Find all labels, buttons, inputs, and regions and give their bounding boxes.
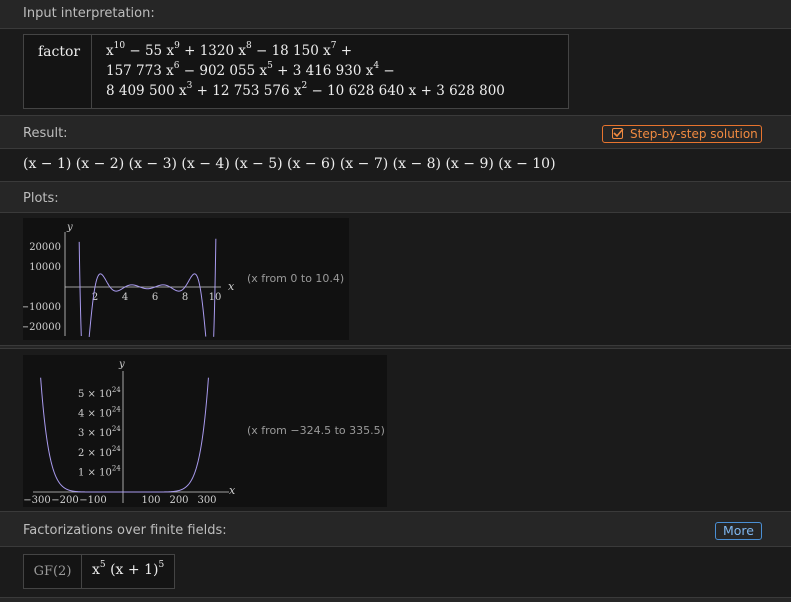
polynomial-term: − 18 150 x	[251, 43, 331, 59]
x-tick-label: −300	[23, 495, 50, 506]
result-expression: (x − 1) (x − 2) (x − 3) (x − 4) (x − 5) …	[23, 156, 556, 172]
polynomial-term: + 1320 x	[179, 43, 246, 59]
y-tick-label: 20000	[29, 242, 61, 253]
x-tick-label: 300	[197, 495, 216, 506]
y-tick-labels: 20000 10000 −10000 −20000	[21, 242, 61, 333]
polynomial-term: − 10 628 640 x + 3 628 800	[307, 83, 505, 99]
exponent: 10	[113, 41, 126, 51]
polynomial-term: + 12 753 576 x	[192, 83, 302, 99]
x-tick-label: 4	[122, 292, 128, 303]
x-tick-label: −100	[79, 495, 106, 506]
plot-1-curve	[78, 238, 217, 337]
x-tick-label: 200	[169, 495, 188, 506]
y-tick-exponent: 24	[112, 464, 121, 472]
finite-field-row: GF(2) x5 (x + 1)5	[23, 554, 175, 589]
polynomial-term: − 902 055 x	[179, 63, 268, 79]
polynomial-term: −	[379, 63, 395, 79]
exponent: 5	[158, 560, 165, 570]
x-tick-labels: −300 −200 −100 100 200 300	[23, 495, 216, 506]
polynomial-term: 8 409 500 x	[106, 83, 187, 99]
y-tick-label: −20000	[23, 322, 61, 333]
x-tick-label: 6	[152, 292, 158, 303]
y-tick-label: 2 × 1024	[78, 445, 121, 459]
x-tick-label: 8	[182, 292, 188, 303]
y-tick-label: 1 × 1024	[78, 464, 121, 478]
polynomial-line: 157 773 x6 − 902 055 x5 + 3 416 930 x4 −	[106, 61, 505, 81]
plot-2-range: (x from −324.5 to 335.5)	[247, 424, 385, 437]
y-tick-exponent: 24	[112, 445, 121, 453]
plot-2-curve	[40, 377, 209, 493]
field-label: GF(2)	[24, 555, 82, 588]
polynomial-line: 8 409 500 x3 + 12 753 576 x2 − 10 628 64…	[106, 81, 505, 101]
polynomial-term: + 3 416 930 x	[272, 63, 374, 79]
y-tick-label: 10000	[29, 262, 61, 273]
y-axis-label: y	[118, 359, 125, 370]
polynomial-term: +	[336, 43, 353, 59]
x-tick-label: −200	[51, 495, 78, 506]
y-tick-labels: 5 × 1024 4 × 1024 3 × 1024 2 × 1024 1 × 1024	[78, 386, 121, 478]
y-tick-exponent: 24	[112, 406, 121, 414]
y-tick-label: −10000	[23, 302, 61, 313]
polynomial-expression: x10 − 55 x9 + 1320 x8 − 18 150 x7 +157 7…	[106, 41, 505, 101]
x-axis-label: x	[229, 484, 236, 497]
step-by-step-label: Step-by-step solution	[630, 127, 758, 141]
y-axis-label: y	[66, 222, 73, 233]
polynomial-term: − 55 x	[125, 43, 175, 59]
factor-term: (x + 1)	[105, 562, 159, 578]
y-tick-label: 5 × 1024	[78, 386, 121, 400]
x-axis-label: x	[228, 280, 235, 293]
y-tick-exponent: 24	[112, 425, 121, 433]
plots-pod-title: Plots:	[0, 185, 791, 213]
checkbox-icon	[612, 128, 624, 139]
input-interpretation-box: factor x10 − 55 x9 + 1320 x8 − 18 150 x7…	[23, 34, 569, 109]
finite-fields-pod-title: Factorizations over finite fields:	[0, 517, 791, 545]
y-tick-label: 3 × 1024	[78, 425, 121, 439]
y-tick-exponent: 24	[112, 386, 121, 394]
polynomial-term: 157 773 x	[106, 63, 174, 79]
step-by-step-button[interactable]: Step-by-step solution	[602, 125, 762, 143]
input-pod-title: Input interpretation:	[0, 0, 791, 28]
y-tick-label: 4 × 1024	[78, 406, 121, 420]
factor-term: x	[92, 562, 100, 578]
plot-1-range: (x from 0 to 10.4)	[247, 272, 345, 285]
more-button[interactable]: More	[715, 522, 762, 540]
function-name: factor	[24, 35, 92, 108]
x-tick-label: 100	[141, 495, 160, 506]
polynomial-line: x10 − 55 x9 + 1320 x8 − 18 150 x7 +	[106, 41, 505, 61]
field-factorization: x5 (x + 1)5	[92, 560, 165, 579]
polynomial-term: x	[106, 43, 114, 59]
